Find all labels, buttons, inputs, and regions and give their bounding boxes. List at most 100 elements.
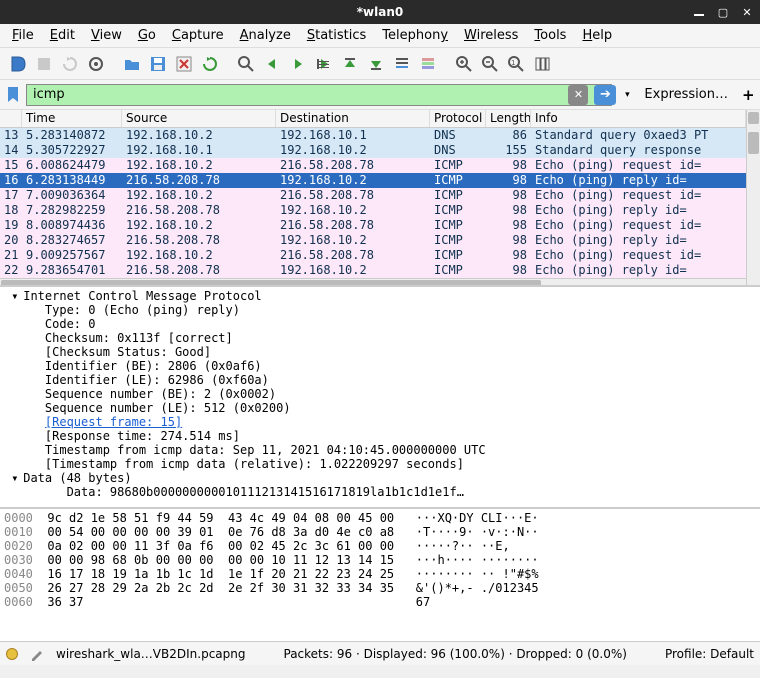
detail-line[interactable]: Timestamp from icmp data: Sep 11, 2021 0…	[4, 443, 756, 457]
detail-line[interactable]: [Request frame: 15]	[4, 415, 756, 429]
menu-view[interactable]: View	[85, 26, 128, 45]
hex-row[interactable]: 0040 16 17 18 19 1a 1b 1c 1d 1e 1f 20 21…	[4, 567, 756, 581]
open-file-button[interactable]	[120, 52, 144, 76]
edit-capture-icon[interactable]	[30, 647, 44, 661]
capture-options-button[interactable]	[84, 52, 108, 76]
hex-row[interactable]: 0030 00 00 98 68 0b 00 00 00 00 00 10 11…	[4, 553, 756, 567]
menu-capture[interactable]: Capture	[166, 26, 230, 45]
detail-line[interactable]: Type: 0 (Echo (ping) reply)	[4, 303, 756, 317]
hex-row[interactable]: 0020 0a 02 00 00 11 3f 0a f6 00 02 45 2c…	[4, 539, 756, 553]
cell-no: 15	[0, 158, 22, 173]
zoom-in-button[interactable]	[452, 52, 476, 76]
add-filter-button[interactable]: +	[738, 84, 756, 106]
packet-vscrollbar[interactable]	[746, 110, 760, 285]
cell-no: 21	[0, 248, 22, 263]
packet-details-pane[interactable]: ▾Internet Control Message Protocol Type:…	[0, 285, 760, 507]
cell-info: Echo (ping) reply id=	[531, 203, 746, 218]
restart-capture-button[interactable]	[58, 52, 82, 76]
packet-row[interactable]: 166.283138449216.58.208.78192.168.10.2IC…	[0, 173, 746, 188]
packet-bytes-pane[interactable]: 0000 9c d2 1e 58 51 f9 44 59 43 4c 49 04…	[0, 507, 760, 641]
menu-statistics[interactable]: Statistics	[301, 26, 372, 45]
filter-history-dropdown[interactable]: ▾	[620, 90, 634, 100]
packet-row[interactable]: 198.008974436192.168.10.2216.58.208.78IC…	[0, 218, 746, 233]
colorize-button[interactable]	[416, 52, 440, 76]
close-button[interactable]: ✕	[740, 5, 754, 19]
stop-capture-button[interactable]	[32, 52, 56, 76]
bookmark-icon[interactable]	[4, 86, 22, 104]
autoscroll-button[interactable]	[390, 52, 414, 76]
hex-row[interactable]: 0050 26 27 28 29 2a 2b 2c 2d 2e 2f 30 31…	[4, 581, 756, 595]
packet-row[interactable]: 208.283274657216.58.208.78192.168.10.2IC…	[0, 233, 746, 248]
packet-hscrollbar[interactable]	[0, 278, 746, 285]
menu-analyze[interactable]: Analyze	[234, 26, 297, 45]
hex-row[interactable]: 0060 36 37 67	[4, 595, 756, 609]
cell-time: 9.009257567	[22, 248, 122, 263]
packet-row[interactable]: 135.283140872192.168.10.2192.168.10.1DNS…	[0, 128, 746, 143]
detail-line[interactable]: Sequence number (BE): 2 (0x0002)	[4, 387, 756, 401]
packet-row[interactable]: 229.283654701216.58.208.78192.168.10.2IC…	[0, 263, 746, 278]
hex-row[interactable]: 0000 9c d2 1e 58 51 f9 44 59 43 4c 49 04…	[4, 511, 756, 525]
menu-help[interactable]: Help	[576, 26, 618, 45]
display-filter-input[interactable]	[26, 84, 612, 106]
minimize-button[interactable]	[692, 5, 706, 19]
detail-line[interactable]: [Response time: 274.514 ms]	[4, 429, 756, 443]
clear-filter-button[interactable]: ✕	[568, 85, 588, 105]
detail-line[interactable]: Checksum: 0x113f [correct]	[4, 331, 756, 345]
detail-line[interactable]: ▾Data (48 bytes)	[4, 471, 756, 485]
reload-button[interactable]	[198, 52, 222, 76]
packet-row[interactable]: 156.008624479192.168.10.2216.58.208.78IC…	[0, 158, 746, 173]
first-packet-button[interactable]	[338, 52, 362, 76]
detail-line[interactable]: Data: 98680b0000000000101112131415161718…	[4, 485, 756, 499]
detail-line[interactable]: Identifier (BE): 2806 (0x0af6)	[4, 359, 756, 373]
expression-button[interactable]: Expression…	[638, 85, 734, 104]
packet-row[interactable]: 187.282982259216.58.208.78192.168.10.2IC…	[0, 203, 746, 218]
col-header-source[interactable]: Source	[122, 110, 276, 127]
col-header-destination[interactable]: Destination	[276, 110, 430, 127]
prev-packet-button[interactable]	[260, 52, 284, 76]
menu-tools[interactable]: Tools	[528, 26, 572, 45]
menu-edit[interactable]: Edit	[44, 26, 81, 45]
detail-line[interactable]: ▾Internet Control Message Protocol	[4, 289, 756, 303]
detail-line[interactable]: Identifier (LE): 62986 (0xf60a)	[4, 373, 756, 387]
menu-go[interactable]: Go	[132, 26, 162, 45]
expand-arrow-icon[interactable]: ▾	[11, 289, 23, 303]
status-profile[interactable]: Profile: Default	[665, 647, 754, 661]
close-file-button[interactable]	[172, 52, 196, 76]
frame-link[interactable]: [Request frame: 15]	[45, 415, 182, 429]
cell-info: Echo (ping) request id=	[531, 188, 746, 203]
detail-line[interactable]: [Timestamp from icmp data (relative): 1.…	[4, 457, 756, 471]
detail-line[interactable]: Code: 0	[4, 317, 756, 331]
col-header-no[interactable]	[0, 110, 22, 127]
maximize-button[interactable]: ▢	[716, 5, 730, 19]
goto-packet-button[interactable]	[312, 52, 336, 76]
expand-arrow-icon[interactable]: ▾	[11, 471, 23, 485]
col-header-info[interactable]: Info	[531, 110, 746, 127]
apply-filter-button[interactable]: ➔	[594, 85, 616, 105]
zoom-reset-button[interactable]: 1	[504, 52, 528, 76]
detail-line[interactable]: Sequence number (LE): 512 (0x0200)	[4, 401, 756, 415]
menu-telephony[interactable]: Telephony	[376, 26, 454, 45]
window-title: *wlan0	[8, 5, 752, 19]
menu-file[interactable]: File	[6, 26, 40, 45]
expert-info-icon[interactable]	[6, 648, 18, 660]
hex-row[interactable]: 0010 00 54 00 00 00 00 39 01 0e 76 d8 3a…	[4, 525, 756, 539]
cell-protocol: ICMP	[430, 233, 486, 248]
last-packet-button[interactable]	[364, 52, 388, 76]
packet-row[interactable]: 145.305722927192.168.10.1192.168.10.2DNS…	[0, 143, 746, 158]
packet-row[interactable]: 219.009257567192.168.10.2216.58.208.78IC…	[0, 248, 746, 263]
start-capture-button[interactable]	[6, 52, 30, 76]
cell-info: Echo (ping) reply id=	[531, 263, 746, 278]
col-header-length[interactable]: Length	[486, 110, 531, 127]
resize-columns-button[interactable]	[530, 52, 554, 76]
col-header-protocol[interactable]: Protocol	[430, 110, 486, 127]
save-file-button[interactable]	[146, 52, 170, 76]
col-header-time[interactable]: Time	[22, 110, 122, 127]
status-filename[interactable]: wireshark_wla…VB2DIn.pcapng	[56, 647, 245, 661]
find-packet-button[interactable]	[234, 52, 258, 76]
detail-line[interactable]: [Checksum Status: Good]	[4, 345, 756, 359]
next-packet-button[interactable]	[286, 52, 310, 76]
statusbar: wireshark_wla…VB2DIn.pcapng Packets: 96 …	[0, 641, 760, 665]
packet-row[interactable]: 177.009036364192.168.10.2216.58.208.78IC…	[0, 188, 746, 203]
menu-wireless[interactable]: Wireless	[458, 26, 524, 45]
zoom-out-button[interactable]	[478, 52, 502, 76]
